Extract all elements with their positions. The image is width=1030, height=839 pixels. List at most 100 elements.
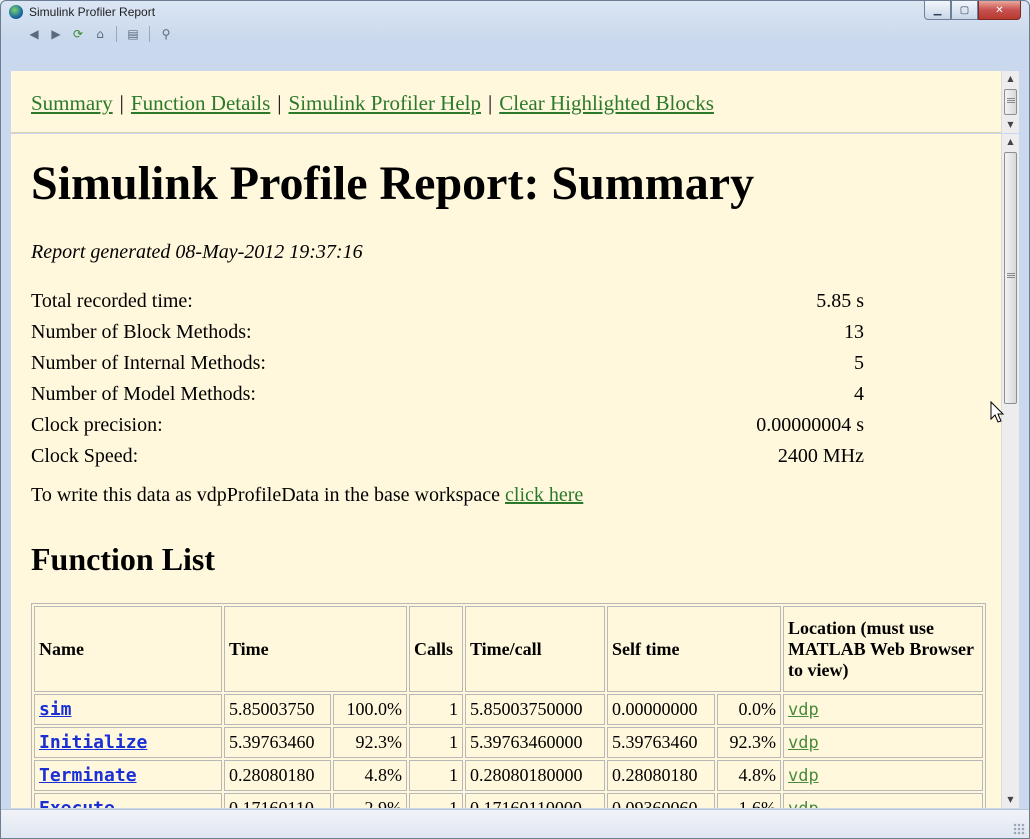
minimize-button[interactable]: ▁ [924,1,951,20]
column-header-self-time: Self time [607,606,781,692]
time-cell: 0.28080180 [224,760,332,791]
location-cell: vdp [783,760,983,791]
print-icon[interactable]: ▤ [124,25,142,43]
time-cell: 0.17160110 [224,793,332,808]
calls-cell: 1 [409,727,463,758]
status-bar [1,809,1029,838]
scroll-thumb[interactable] [1004,152,1017,404]
calls-cell: 1 [409,793,463,808]
scroll-up-arrow-icon[interactable]: ▲ [1002,71,1019,87]
find-binoculars-icon[interactable]: ⚲ [157,25,175,43]
clear-highlighted-blocks-link[interactable]: Clear Highlighted Blocks [499,91,714,115]
self-pct-cell: 4.8% [717,760,781,791]
back-arrow-icon[interactable]: ◀ [25,25,43,43]
column-header-calls: Calls [409,606,463,692]
close-button[interactable]: ✕ [978,1,1021,20]
resize-grip-icon[interactable] [1013,823,1025,835]
self-time-cell: 0.28080180 [607,760,716,791]
report-scrollbar[interactable]: ▲ ▼ [1001,134,1019,808]
summary-link[interactable]: Summary [31,91,113,115]
maximize-button[interactable]: ▢ [951,1,978,20]
stat-value: 4 [854,383,864,405]
nav-separator: | [119,91,124,115]
function-name-cell: Initialize [34,727,222,758]
function-name-link[interactable]: sim [39,699,72,720]
column-header-name: Name [34,606,222,692]
scroll-thumb[interactable] [1004,89,1017,115]
function-name-cell: Execute [34,793,222,808]
click-here-link[interactable]: click here [505,484,583,506]
function-details-link[interactable]: Function Details [131,91,270,115]
window-controls: ▁ ▢ ✕ [924,1,1021,21]
column-header-time: Time [224,606,407,692]
page-title: Simulink Profile Report: Summary [31,157,755,210]
time-pct-cell: 100.0% [333,694,407,725]
nav-separator: | [488,91,493,115]
location-link[interactable]: vdp [788,766,819,786]
function-list-table: Name Time Calls Time/call Self time Loca… [31,603,986,808]
report-generated-date: Report generated 08-May-2012 19:37:16 [31,241,363,263]
time-pct-cell: 4.8% [333,760,407,791]
location-link[interactable]: vdp [788,799,819,808]
location-cell: vdp [783,694,983,725]
toolbar-divider [149,26,150,42]
stat-value: 13 [844,321,864,343]
window-title: Simulink Profiler Report [29,5,156,19]
nav-separator: | [277,91,282,115]
scroll-down-arrow-icon[interactable]: ▼ [1002,792,1019,808]
nav-pane-scrollbar[interactable]: ▲ ▼ [1001,71,1019,133]
stat-row-clock-precision: Clock precision: 0.00000004 s [31,410,864,441]
write-data-line: To write this data as vdpProfileData in … [31,484,583,507]
stat-label: Number of Block Methods: [31,321,252,343]
scroll-up-arrow-icon[interactable]: ▲ [1002,134,1019,150]
navigation-pane: Summary | Function Details | Simulink Profil… [11,71,1013,133]
location-cell: vdp [783,793,983,808]
location-cell: vdp [783,727,983,758]
self-pct-cell: 0.0% [717,694,781,725]
toolbar-divider [116,26,117,42]
time-pct-cell: 92.3% [333,727,407,758]
location-link[interactable]: vdp [788,733,819,753]
time-per-call-cell: 5.39763460000 [465,727,605,758]
profiler-window: Simulink Profiler Report ▁ ▢ ✕ ◀ ▶ ⟳ ⌂ ▤… [0,0,1030,839]
time-pct-cell: 2.9% [333,793,407,808]
function-name-link[interactable]: Execute [39,798,115,808]
table-row: sim 5.85003750 100.0% 1 5.85003750000 0.… [34,694,983,725]
stat-label: Number of Model Methods: [31,383,256,405]
stat-label: Clock Speed: [31,445,139,467]
calls-cell: 1 [409,694,463,725]
title-bar: Simulink Profiler Report ▁ ▢ ✕ [1,1,1029,23]
write-data-text: To write this data as vdpProfileData in … [31,484,506,506]
column-header-time-per-call: Time/call [465,606,605,692]
refresh-icon[interactable]: ⟳ [69,25,87,43]
function-name-cell: Terminate [34,760,222,791]
report-pane: Simulink Profile Report: Summary Report … [11,134,1013,808]
stat-label: Clock precision: [31,414,163,436]
nav-links: Summary | Function Details | Simulink Profil… [31,91,714,116]
function-name-cell: sim [34,694,222,725]
stat-value: 5.85 s [816,290,864,312]
self-time-cell: 0.09360060 [607,793,716,808]
time-per-call-cell: 5.85003750000 [465,694,605,725]
time-cell: 5.39763460 [224,727,332,758]
forward-arrow-icon[interactable]: ▶ [47,25,65,43]
home-icon[interactable]: ⌂ [91,25,109,43]
time-per-call-cell: 0.17160110000 [465,793,605,808]
table-header-row: Name Time Calls Time/call Self time Loca… [34,606,983,692]
table-row: Initialize 5.39763460 92.3% 1 5.39763460… [34,727,983,758]
function-name-link[interactable]: Initialize [39,732,147,753]
function-name-link[interactable]: Terminate [39,765,137,786]
location-link[interactable]: vdp [788,700,819,720]
scroll-down-arrow-icon[interactable]: ▼ [1002,117,1019,133]
profiler-help-link[interactable]: Simulink Profiler Help [289,91,482,115]
stat-value: 2400 MHz [777,445,864,467]
stat-row-total-time: Total recorded time: 5.85 s [31,286,864,317]
column-header-location: Location (must use MATLAB Web Browser to… [783,606,983,692]
self-pct-cell: 1.6% [717,793,781,808]
stat-label: Total recorded time: [31,290,193,312]
matlab-app-icon [9,5,23,19]
summary-stats: Total recorded time: 5.85 s Number of Bl… [31,286,864,472]
mouse-pointer-icon [990,401,1005,423]
time-cell: 5.85003750 [224,694,332,725]
browser-toolbar: ◀ ▶ ⟳ ⌂ ▤ ⚲ [25,24,175,44]
